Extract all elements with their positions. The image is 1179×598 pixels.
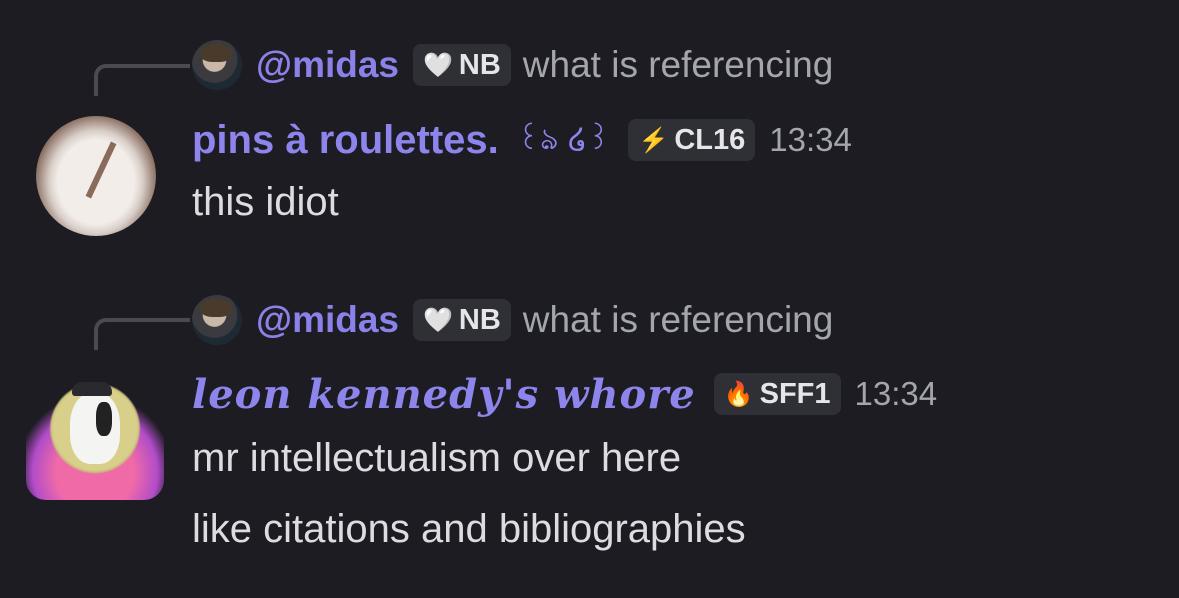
reply-username[interactable]: @midas [256, 299, 399, 341]
reply-connector [94, 318, 190, 350]
message-text: mr intellectualism over here [192, 436, 682, 480]
author-tag: ⚡ CL16 [628, 119, 756, 161]
reply-avatar[interactable] [192, 40, 242, 90]
avatar-detail [96, 402, 112, 436]
tag-label: NB [458, 303, 501, 336]
timestamp: 13:34 [769, 121, 852, 158]
author-name[interactable]: pins à roulettes. [192, 118, 499, 163]
reply-text[interactable]: what is referencing [523, 299, 834, 341]
avatar[interactable] [36, 116, 156, 236]
reply-user-tag: 🤍 NB [413, 299, 511, 341]
message-header: pins à roulettes. ꒰ঌ ໒꒱ ⚡ CL16 13:34 [192, 112, 852, 168]
message-text: like citations and bibliographies [192, 507, 746, 551]
avatar-detail [70, 392, 120, 464]
lightning-icon: ⚡ [638, 126, 669, 154]
reply-preview[interactable]: @midas 🤍 NB what is referencing [192, 40, 833, 90]
tag-label: NB [458, 48, 501, 81]
avatar[interactable] [26, 362, 164, 500]
reply-username[interactable]: @midas [256, 44, 399, 86]
reply-preview[interactable]: @midas 🤍 NB what is referencing [192, 295, 833, 345]
message-header: leon kennedy's whore 🔥 SFF1 13:34 [192, 366, 937, 422]
avatar-detail [85, 141, 117, 199]
heart-icon: 🤍 [423, 306, 453, 334]
reply-connector [94, 64, 190, 96]
tag-label: SFF1 [759, 377, 831, 410]
fire-icon: 🔥 [723, 380, 754, 408]
timestamp: 13:34 [854, 375, 938, 412]
tag-label: CL16 [674, 123, 746, 156]
reply-avatar[interactable] [192, 295, 242, 345]
author-name[interactable]: leon kennedy's whore [192, 371, 696, 418]
message-text: this idiot [192, 180, 339, 224]
reply-text[interactable]: what is referencing [523, 44, 834, 86]
author-decoration: ꒰ঌ ໒꒱ [516, 121, 611, 157]
avatar-detail [72, 382, 112, 396]
author-tag: 🔥 SFF1 [713, 373, 841, 415]
reply-user-tag: 🤍 NB [413, 44, 511, 86]
heart-icon: 🤍 [423, 51, 453, 79]
